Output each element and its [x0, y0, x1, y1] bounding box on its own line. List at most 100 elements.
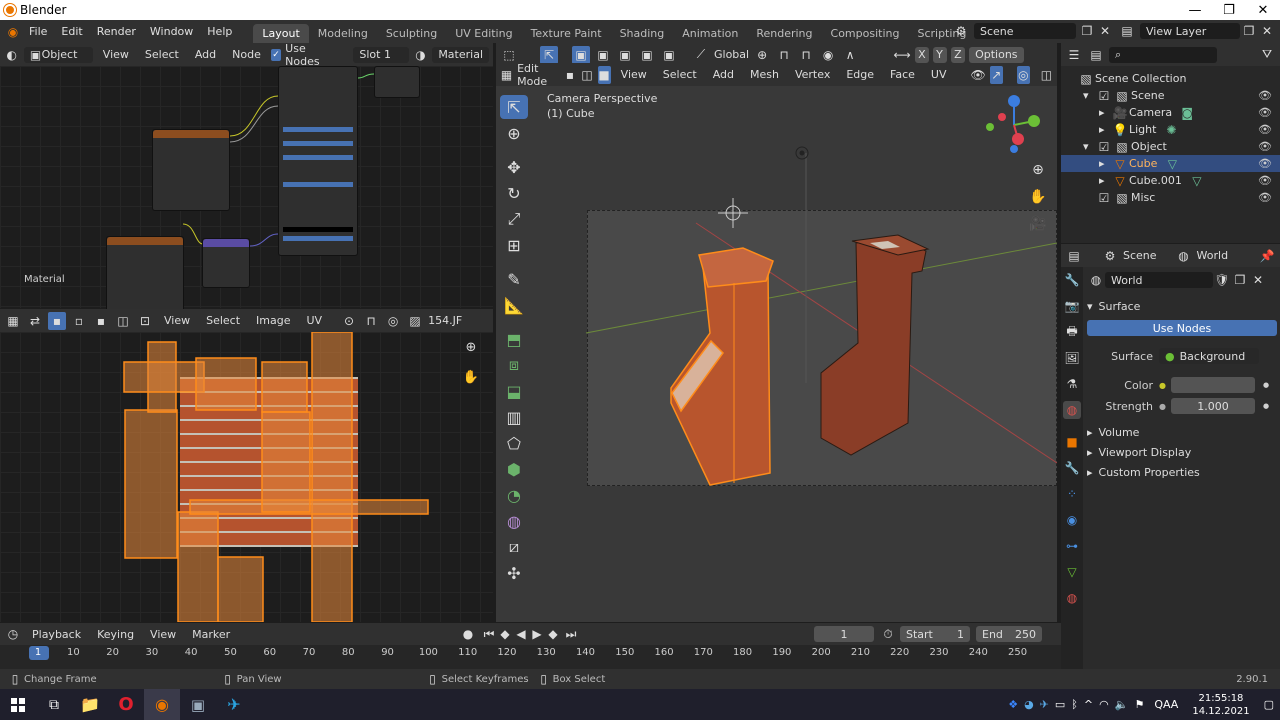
tray-network-app-icon[interactable]: ◕ — [1024, 698, 1034, 711]
principled-bsdf-node[interactable] — [278, 66, 358, 256]
edge-select-icon[interactable]: ▫ — [70, 312, 88, 330]
surface-shader-field[interactable]: ● Background — [1159, 348, 1259, 364]
timeline-menu-playback[interactable]: Playback — [26, 627, 87, 642]
camera-view-icon[interactable]: 🎥 — [1029, 215, 1047, 233]
properties-scene-label[interactable]: Scene — [1123, 249, 1157, 262]
object-mode-dropdown[interactable]: ▣ Object — [23, 46, 93, 63]
tab-modeling[interactable]: Modeling — [309, 24, 377, 43]
outliner-type-icon[interactable]: ☰ — [1065, 46, 1083, 64]
timeline-menu-view[interactable]: View — [144, 627, 182, 642]
outliner-row-light[interactable]: ▸ 💡 Light ✺ 👁 — [1061, 121, 1280, 138]
uv-canvas[interactable]: ⊕ ✋ — [0, 332, 493, 622]
tab-shading[interactable]: Shading — [611, 24, 674, 43]
output-props-icon[interactable]: 🖶 — [1063, 323, 1081, 341]
outliner-row-cube-001[interactable]: ▸ ▽ Cube.001 ▽ 👁 — [1061, 172, 1280, 189]
image-name-field[interactable]: 154.JF — [428, 314, 462, 327]
material-output-node[interactable] — [374, 66, 420, 98]
blender-menu-icon[interactable]: ◉ — [4, 23, 22, 41]
app-taskbar-icon[interactable]: ▣ — [180, 689, 216, 720]
maximize-icon[interactable]: ❐ — [1212, 0, 1246, 20]
view-layer-props-icon[interactable]: 🖼 — [1063, 349, 1081, 367]
use-nodes-button[interactable]: Use Nodes — [1087, 320, 1277, 336]
checkbox-icon[interactable]: ☑ — [1095, 138, 1113, 156]
outliner-row-camera[interactable]: ▸ 🎥 Camera ◙ 👁 — [1061, 104, 1280, 121]
world-browse-icon[interactable]: ◍ — [1087, 271, 1105, 289]
tray-chevron-icon[interactable]: ^ — [1084, 698, 1093, 711]
navigation-gizmo[interactable] — [976, 93, 1048, 153]
file-explorer-icon[interactable]: 📁 — [72, 689, 108, 720]
tray-battery-icon[interactable]: ▭ — [1055, 698, 1065, 711]
snap-icon[interactable]: ⊓ — [362, 312, 380, 330]
tray-volume-icon[interactable]: 🔈 — [1115, 698, 1129, 711]
node-menu-view[interactable]: View — [97, 47, 135, 62]
pivot-icon[interactable]: ⊙ — [340, 312, 358, 330]
tray-telegram-icon[interactable]: ✈ — [1040, 698, 1049, 711]
sticky-select-icon[interactable]: ⊡ — [136, 312, 154, 330]
tool-props-icon[interactable]: 🔧 — [1063, 271, 1081, 289]
new-view-layer-icon[interactable]: ❐ — [1240, 22, 1258, 40]
physics-props-icon[interactable]: ◉ — [1063, 511, 1081, 529]
data-props-icon[interactable]: ▽ — [1063, 563, 1081, 581]
windows-start-icon[interactable] — [0, 689, 36, 720]
island-select-icon[interactable]: ◫ — [114, 312, 132, 330]
menu-edit[interactable]: Edit — [54, 25, 89, 38]
scene-props-icon[interactable]: ⚗ — [1063, 375, 1081, 393]
image-icon[interactable]: ▨ — [406, 312, 424, 330]
surface-section-header[interactable]: ▾ Surface — [1087, 296, 1277, 316]
normal-image-node[interactable] — [106, 236, 184, 318]
uv-menu-image[interactable]: Image — [250, 313, 296, 328]
delete-scene-icon[interactable]: ✕ — [1096, 22, 1114, 40]
node-canvas[interactable]: Material — [0, 66, 493, 318]
eye-icon[interactable]: 👁 — [1258, 191, 1272, 204]
view-layer-field[interactable]: View Layer — [1140, 23, 1240, 39]
menu-help[interactable]: Help — [200, 25, 239, 38]
custom-properties-section-header[interactable]: ▸ Custom Properties — [1087, 462, 1277, 482]
tab-sculpting[interactable]: Sculpting — [377, 24, 446, 43]
image-texture-node[interactable] — [152, 129, 230, 211]
slot-dropdown[interactable]: Slot 1 — [353, 46, 409, 63]
sync-selection-icon[interactable]: ⇄ — [26, 312, 44, 330]
delete-view-layer-icon[interactable]: ✕ — [1258, 22, 1276, 40]
end-frame-field[interactable]: End 250 — [976, 626, 1042, 642]
language-indicator[interactable]: QAA — [1154, 698, 1178, 711]
uv-editor-type-icon[interactable]: ▦ — [4, 312, 22, 330]
proportional-icon[interactable]: ◎ — [384, 312, 402, 330]
uv-zoom-icon[interactable]: ⊕ — [462, 338, 480, 356]
tray-flag-icon[interactable]: ⚑ — [1134, 698, 1144, 711]
viewport-zoom-icon[interactable]: ⊕ — [1029, 161, 1047, 179]
tab-layout[interactable]: Layout — [253, 24, 309, 43]
outliner-row-cube[interactable]: ▸ ▽ Cube ▽ 👁 — [1061, 155, 1280, 172]
pin-icon[interactable]: 📌 — [1258, 247, 1276, 265]
new-world-icon[interactable]: ❐ — [1231, 271, 1249, 289]
viewport-pan-icon[interactable]: ✋ — [1029, 188, 1047, 206]
keyframe-dot-icon[interactable]: ● — [1263, 381, 1269, 389]
tab-uv-editing[interactable]: UV Editing — [446, 24, 521, 43]
face-select-icon[interactable]: ▪ — [92, 312, 110, 330]
node-menu-node[interactable]: Node — [226, 47, 267, 62]
blender-taskbar-icon[interactable]: ◉ — [144, 689, 180, 720]
display-mode-icon[interactable]: ▤ — [1087, 46, 1105, 64]
object-props-icon[interactable]: ■ — [1063, 433, 1081, 451]
uv-menu-view[interactable]: View — [158, 313, 196, 328]
tab-animation[interactable]: Animation — [673, 24, 747, 43]
minimize-icon[interactable]: — — [1178, 0, 1212, 20]
properties-type-icon[interactable]: ▤ — [1065, 247, 1083, 265]
color-swatch[interactable] — [1171, 377, 1255, 393]
clock[interactable]: 21:55:18 14.12.2021 — [1192, 692, 1249, 718]
outliner-row-scene-collection[interactable]: ▧ Scene Collection — [1061, 70, 1280, 87]
properties-world-label[interactable]: World — [1197, 249, 1229, 262]
world-props-icon[interactable]: ◍ — [1063, 401, 1081, 419]
outliner-row-object[interactable]: ▾ ☑ ▧ Object 👁 — [1061, 138, 1280, 155]
material-sphere-icon[interactable]: ◑ — [413, 46, 429, 64]
tab-rendering[interactable]: Rendering — [747, 24, 821, 43]
view-layer-icon[interactable]: ▤ — [1118, 22, 1136, 40]
eye-icon[interactable]: 👁 — [1258, 123, 1272, 136]
tray-bluetooth-icon[interactable]: ᛒ — [1071, 698, 1078, 711]
tab-texture-paint[interactable]: Texture Paint — [522, 24, 611, 43]
uv-pan-icon[interactable]: ✋ — [462, 368, 480, 386]
checkbox-icon[interactable]: ☑ — [1095, 189, 1113, 207]
vertex-select-icon[interactable]: ▪ — [48, 311, 66, 330]
use-nodes-checkbox[interactable]: ✓ Use Nodes — [270, 42, 336, 68]
record-icon[interactable]: ● — [459, 625, 477, 643]
notifications-icon[interactable]: ▢ — [1264, 698, 1274, 711]
